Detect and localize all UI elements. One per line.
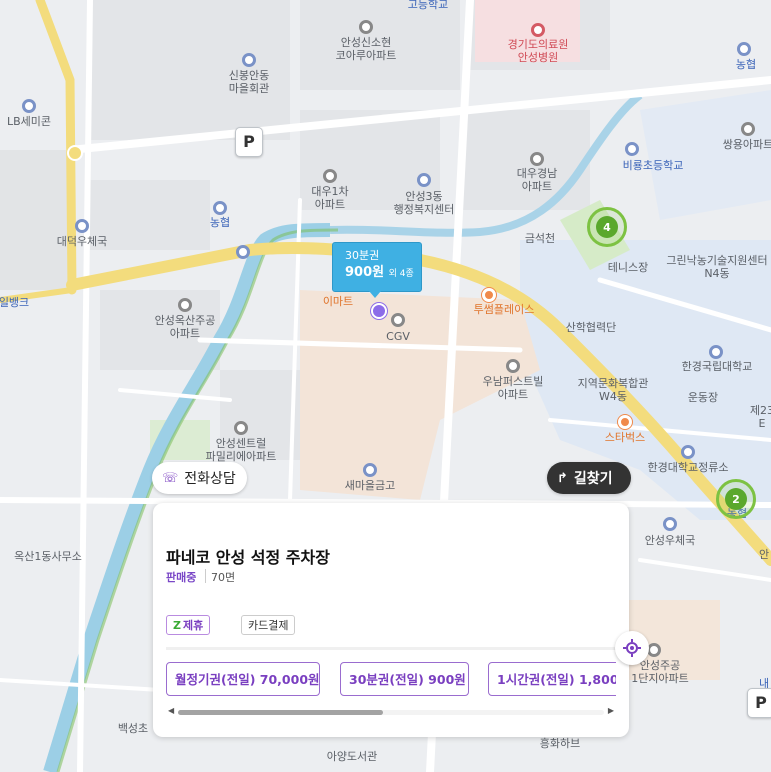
map-label: 고등학교	[407, 0, 449, 11]
map-label: 운동장	[687, 391, 719, 404]
post-office-icon[interactable]	[75, 219, 89, 233]
map-label: 흥화하브	[539, 737, 581, 750]
headset-icon: ☏	[162, 470, 179, 486]
hospital-icon[interactable]	[531, 23, 545, 37]
cafe-icon[interactable]	[482, 288, 496, 302]
slot-count: 70면	[211, 571, 236, 584]
map-label: 안성옥산주공 아파트	[154, 314, 216, 340]
map-label: 금석천	[524, 232, 556, 245]
partner-icon: Z	[173, 619, 181, 632]
company-icon[interactable]	[22, 99, 36, 113]
map-label: 경기도의료원 안성병원	[507, 38, 569, 64]
map-label: 안성우체국	[644, 534, 696, 547]
parking-cluster-marker[interactable]: 2	[716, 479, 756, 519]
map-label: 새마을금고	[344, 479, 396, 492]
map-label: 한경국립대학교	[681, 360, 753, 373]
map-label: 대우경남 아파트	[516, 167, 558, 193]
map-label: CGV	[386, 330, 410, 343]
sales-status: 판매중	[166, 571, 197, 584]
partner-badge-label: 제휴	[182, 619, 204, 632]
government-office-icon[interactable]	[417, 173, 431, 187]
map-label: 그린낙농기술지원센터 N4동	[666, 254, 768, 280]
scroll-thumb[interactable]	[178, 710, 383, 715]
map-label: 비룡초등학교	[622, 159, 684, 172]
divider	[205, 569, 206, 583]
map-label: 산학협력단	[565, 321, 617, 334]
bus-stop-icon[interactable]	[681, 445, 695, 459]
map-label: 농협	[209, 216, 231, 229]
map-label: 제23 E	[749, 404, 771, 430]
map-label: 대덕우체국	[56, 235, 108, 248]
poi-icon[interactable]	[236, 245, 250, 259]
partner-badge: Z 제휴	[166, 615, 211, 635]
cluster-count: 2	[725, 488, 747, 510]
map-label: LB세미콘	[6, 115, 52, 128]
price-tooltip[interactable]: 30분권 900원 외 4종	[332, 242, 422, 298]
parking-lot-name: 파네코 안성 석정 주차장	[166, 548, 330, 567]
ticket-list[interactable]: 월정기권(전일) 70,000원 30분권(전일) 900원 1시간권(전일) …	[166, 662, 616, 698]
map-label: 옥산1동사무소	[14, 550, 82, 563]
map-label: 이마트	[322, 295, 354, 308]
apartment-icon[interactable]	[359, 20, 373, 34]
map-label: 쌍용아파트	[722, 138, 771, 151]
map-label: 한경대학교정류소	[647, 461, 729, 474]
tooltip-ticket: 30분권	[345, 249, 380, 262]
ticket-option[interactable]: 30분권(전일) 900원	[340, 662, 469, 696]
map-label: 안	[758, 548, 770, 561]
apartment-icon[interactable]	[647, 643, 661, 657]
map-label: 백성초	[117, 722, 149, 735]
bank-icon[interactable]	[737, 42, 751, 56]
cafe-icon[interactable]	[618, 415, 632, 429]
map-label: 대우1차 아파트	[311, 185, 349, 211]
horizontal-scrollbar[interactable]: ◀ ▶	[166, 706, 616, 716]
map-label: 농협	[735, 58, 757, 71]
parking-marker[interactable]: P	[235, 127, 263, 157]
crosshair-icon	[623, 639, 641, 657]
bank-icon[interactable]	[213, 201, 227, 215]
map-label: 지역문화복합관 W4동	[577, 377, 649, 403]
directions-label: 길찾기	[573, 471, 613, 487]
apartment-icon[interactable]	[741, 122, 755, 136]
apartment-icon[interactable]	[530, 152, 544, 166]
map-label: 신봉안동 마을회관	[228, 69, 270, 95]
cinema-icon[interactable]	[391, 313, 405, 327]
bank-icon[interactable]	[363, 463, 377, 477]
selected-location-dot[interactable]	[371, 303, 387, 319]
scroll-right-icon[interactable]: ▶	[608, 706, 614, 715]
map-label: 아양도서관	[326, 750, 378, 763]
directions-button[interactable]: ↱ 길찾기	[547, 462, 631, 494]
map-label: 안성센트럴 파밀리에아파트	[205, 437, 277, 463]
map-label: 안성3동 행정복지센터	[393, 190, 455, 216]
parking-cluster-marker[interactable]: 4	[587, 207, 627, 247]
ticket-option[interactable]: 월정기권(전일) 70,000원	[166, 662, 320, 696]
map-label: 우남퍼스트빌 아파트	[482, 375, 544, 401]
parking-marker[interactable]: P	[747, 688, 771, 718]
map-label: 일뱅크	[0, 296, 30, 309]
parking-lot-card[interactable]: 파네코 안성 석정 주차장 판매중 70면 Z 제휴 카드결제 월정기권(전일) …	[153, 503, 629, 737]
community-hall-icon[interactable]	[242, 53, 256, 67]
phone-consult-button[interactable]: ☏ 전화상담	[152, 462, 247, 494]
tooltip-extra: 외 4종	[388, 269, 414, 279]
school-icon[interactable]	[625, 142, 639, 156]
divider	[166, 647, 616, 650]
apartment-icon[interactable]	[323, 169, 337, 183]
university-icon[interactable]	[709, 345, 723, 359]
current-location-button[interactable]	[615, 631, 649, 665]
map-label: 투썸플레이스	[473, 303, 535, 316]
apartment-icon[interactable]	[234, 421, 248, 435]
map-label: 안성신소현 코아루아파트	[335, 36, 397, 62]
map-label: 테니스장	[607, 261, 649, 274]
scroll-left-icon[interactable]: ◀	[168, 706, 174, 715]
card-payment-badge: 카드결제	[241, 615, 296, 635]
phone-consult-label: 전화상담	[184, 471, 236, 487]
apartment-icon[interactable]	[178, 298, 192, 312]
cluster-count: 4	[596, 216, 618, 238]
turn-right-arrow-icon: ↱	[557, 470, 568, 486]
post-office-icon[interactable]	[663, 517, 677, 531]
ticket-option[interactable]: 1시간권(전일) 1,800원	[488, 662, 616, 696]
tooltip-price: 900원	[345, 265, 385, 280]
apartment-icon[interactable]	[506, 359, 520, 373]
map-label: 스타벅스	[604, 431, 646, 444]
